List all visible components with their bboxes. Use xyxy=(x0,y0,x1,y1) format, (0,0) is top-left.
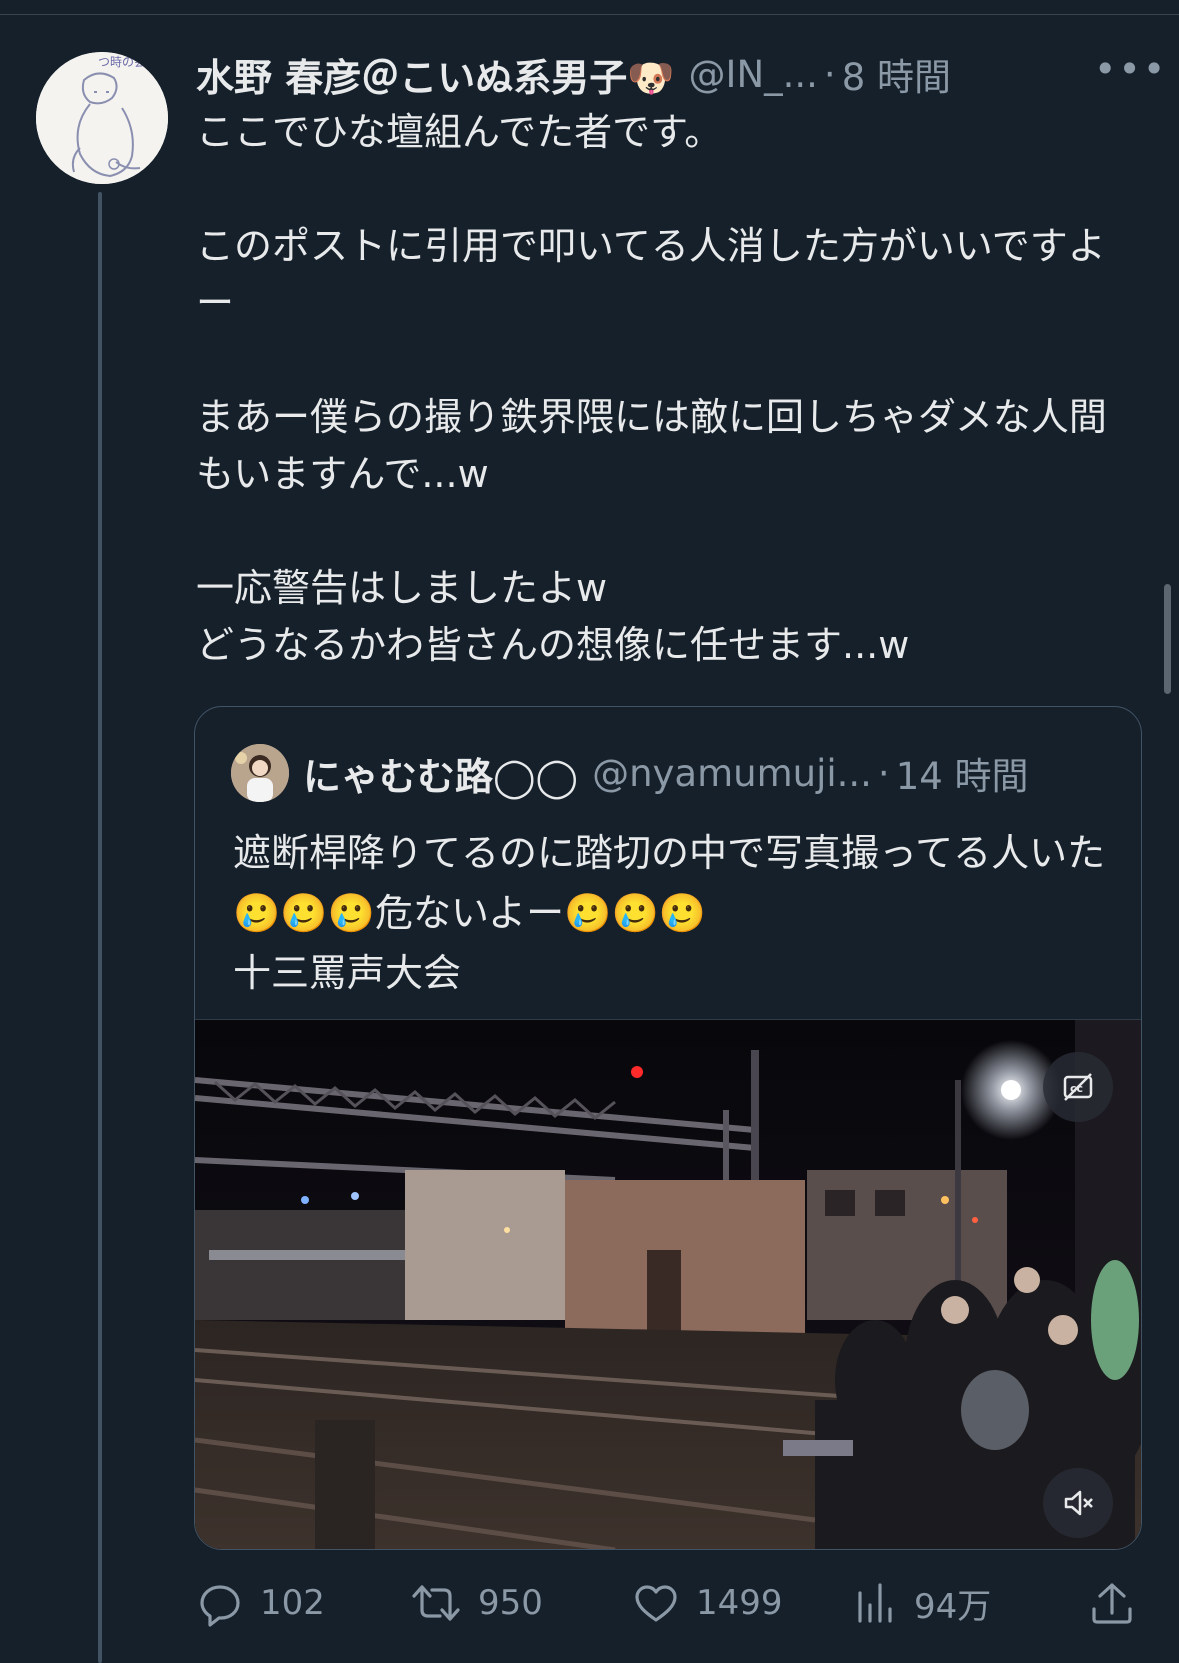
like-button[interactable]: 1499 xyxy=(632,1568,783,1638)
heart-icon xyxy=(635,1585,677,1622)
svg-text:つ時の会: つ時の会 xyxy=(98,55,146,69)
quoted-post-card[interactable]: にゃむむ路◯◯ @nyamumuji... · 14 時間 遮断桿降りてるのに踏… xyxy=(194,706,1142,1550)
share-button[interactable] xyxy=(1090,1568,1150,1638)
scrollbar-thumb[interactable] xyxy=(1164,584,1171,694)
thread-connector-line xyxy=(98,192,102,1663)
author-handle[interactable]: @IN_... xyxy=(689,53,818,96)
quoted-avatar-photo-icon xyxy=(231,744,289,802)
top-divider xyxy=(0,14,1179,15)
quoted-post-text: 遮断桿降りてるのに踏切の中で写真撮ってる人いた🥲🥲🥲危ないよー🥲🥲🥲 十三罵声大… xyxy=(233,831,1106,995)
views-button[interactable]: 94万 xyxy=(854,1568,991,1638)
quoted-video[interactable]: cc xyxy=(195,1019,1141,1549)
quoted-author-avatar[interactable] xyxy=(231,744,289,802)
share-icon xyxy=(1092,1583,1132,1624)
reply-button[interactable]: 102 xyxy=(196,1568,325,1638)
repost-icon xyxy=(412,1585,460,1621)
closed-captions-off-icon: cc xyxy=(1063,1073,1093,1101)
view-count: 94万 xyxy=(914,1586,992,1627)
like-count: 1499 xyxy=(696,1583,783,1623)
post-action-bar: 102 950 1499 94万 xyxy=(196,1568,1146,1638)
quoted-timestamp[interactable]: 14 時間 xyxy=(896,746,1029,800)
repost-count: 950 xyxy=(478,1583,543,1623)
repost-button[interactable]: 950 xyxy=(410,1568,543,1638)
post-header: 水野 春彦＠こいぬ系男子🐶 @IN_... · 8 時間 xyxy=(196,44,1146,104)
mute-toggle-button[interactable] xyxy=(1043,1468,1113,1538)
quoted-author-handle[interactable]: @nyamumuji... xyxy=(592,752,872,795)
speaker-muted-icon xyxy=(1064,1490,1093,1516)
avatar-illustration-icon: つ時の会 xyxy=(36,52,168,184)
author-avatar[interactable]: つ時の会 xyxy=(36,52,168,184)
analytics-bars-icon xyxy=(858,1583,892,1623)
video-frame-railway-scene xyxy=(195,1020,1141,1549)
captions-toggle-button[interactable]: cc xyxy=(1043,1052,1113,1122)
quoted-meta-separator: · xyxy=(877,751,890,795)
post-text: ここでひな壇組んでた者です。 このポストに引用で叩いてる人消した方がいいですよー… xyxy=(196,110,1107,667)
author-name[interactable]: 水野 春彦＠こいぬ系男子🐶 xyxy=(196,47,675,102)
reply-icon xyxy=(200,1585,240,1627)
post-timestamp[interactable]: 8 時間 xyxy=(842,47,951,101)
meta-separator: · xyxy=(823,52,836,96)
reply-count: 102 xyxy=(260,1583,325,1623)
quoted-author-name[interactable]: にゃむむ路◯◯ xyxy=(303,746,578,801)
quoted-post-header: にゃむむ路◯◯ @nyamumuji... · 14 時間 xyxy=(231,743,1029,803)
more-options-icon[interactable]: ••• xyxy=(1094,50,1165,94)
